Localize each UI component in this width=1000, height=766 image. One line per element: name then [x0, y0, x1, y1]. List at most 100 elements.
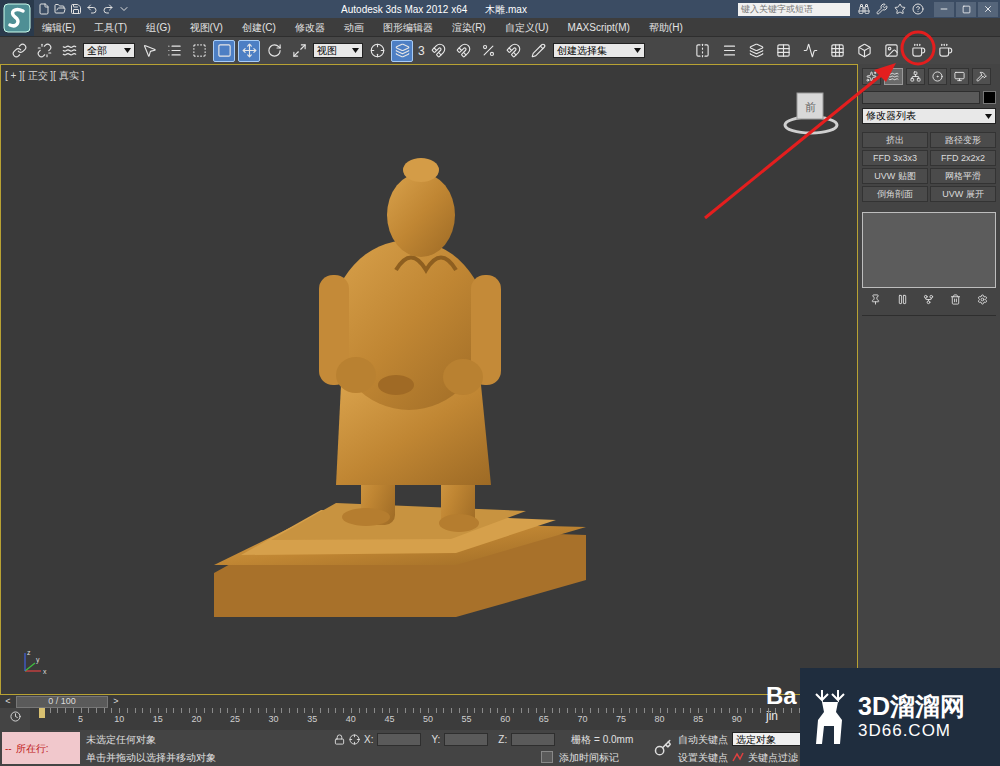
command-tab[interactable] [884, 68, 903, 85]
set-key-button[interactable]: 设置关键点 [678, 750, 728, 765]
quick-access-icon[interactable] [102, 3, 114, 15]
command-tab[interactable] [862, 68, 881, 85]
tool-button[interactable] [772, 40, 794, 62]
tool-button[interactable] [163, 40, 185, 62]
search-field[interactable]: 键入关键字或短语 [738, 3, 850, 16]
quick-access-icon[interactable] [86, 3, 98, 15]
stack-tool-icon[interactable] [977, 294, 988, 305]
transform-mode-icon[interactable] [349, 734, 360, 745]
menu-item[interactable]: 帮助(H) [649, 20, 683, 35]
command-tab[interactable] [906, 68, 925, 85]
viewport-label[interactable]: [ + ][ 正交 ][ 真实 ] [5, 68, 84, 83]
tool-button[interactable] [528, 40, 550, 62]
menu-item[interactable]: 创建(C) [242, 20, 276, 35]
modifier-button[interactable]: FFD 2x2x2 [930, 150, 996, 166]
time-next-button[interactable]: > [108, 697, 124, 706]
command-tab[interactable] [972, 68, 991, 85]
modifier-button[interactable]: UVW 展开 [930, 186, 996, 202]
viewcube[interactable]: 前 [781, 87, 841, 137]
tool-button[interactable] [880, 40, 902, 62]
modifier-list-dropdown[interactable]: 修改器列表 [862, 108, 996, 124]
close-button[interactable] [978, 2, 998, 17]
command-tab[interactable] [950, 68, 969, 85]
stack-tool-icon[interactable] [870, 294, 881, 305]
tool-button[interactable] [263, 40, 285, 62]
tool-button[interactable] [288, 40, 310, 62]
menu-item[interactable]: 视图(V) [190, 20, 223, 35]
menu-item[interactable]: 组(G) [146, 20, 170, 35]
tool-button[interactable] [33, 40, 55, 62]
tool-button[interactable] [853, 40, 875, 62]
modifier-button[interactable]: 倒角剖面 [862, 186, 928, 202]
time-slider-thumb[interactable]: 0 / 100 [16, 696, 108, 708]
key-filters-button[interactable]: 关键点过滤 [748, 750, 798, 765]
object-name-field[interactable] [862, 91, 980, 104]
quick-access-icon[interactable] [38, 3, 50, 15]
menu-item[interactable]: MAXScript(M) [568, 20, 630, 35]
named-selection-dropdown[interactable]: 创建选择集 [553, 43, 645, 58]
x-field[interactable] [377, 733, 421, 746]
stack-tool-icon[interactable] [923, 294, 934, 305]
tool-button[interactable] [188, 40, 210, 62]
quick-access-icon[interactable] [70, 3, 82, 15]
tool-button[interactable] [478, 40, 500, 62]
current-frame-marker[interactable] [39, 708, 45, 718]
selection-lock-icon[interactable] [334, 734, 345, 745]
maximize-button[interactable] [956, 2, 976, 17]
minimize-button[interactable] [934, 2, 954, 17]
menu-item[interactable]: 动画 [344, 20, 364, 35]
viewport[interactable]: [ + ][ 正交 ][ 真实 ]前xyz [0, 64, 858, 695]
info-center-icon[interactable] [894, 3, 906, 15]
tool-button[interactable] [907, 40, 929, 62]
menu-item[interactable]: 修改器 [295, 20, 325, 35]
tool-button[interactable] [934, 40, 956, 62]
add-time-tag[interactable]: 添加时间标记 [541, 750, 619, 765]
z-field[interactable] [511, 733, 555, 746]
selection-filter-dropdown[interactable]: 全部 [83, 43, 135, 58]
menu-item[interactable]: 图形编辑器 [383, 20, 433, 35]
menu-item[interactable]: 工具(T) [94, 20, 127, 35]
tool-button[interactable] [391, 40, 413, 62]
app-logo[interactable] [0, 0, 34, 36]
stack-tool-icon[interactable] [950, 294, 961, 305]
tool-button[interactable] [213, 40, 235, 62]
tool-button[interactable] [138, 40, 160, 62]
tool-button[interactable] [503, 40, 525, 62]
info-center-icon[interactable] [876, 3, 888, 15]
quick-access-icon[interactable] [118, 3, 130, 15]
info-center-icon[interactable] [912, 3, 924, 15]
tool-button[interactable] [366, 40, 388, 62]
y-field[interactable] [444, 733, 488, 746]
tool-button[interactable] [826, 40, 848, 62]
auto-key-button[interactable]: 自动关键点 [678, 732, 728, 747]
tool-button[interactable] [745, 40, 767, 62]
statue-model[interactable] [1, 65, 856, 695]
modifier-button[interactable]: UVW 贴图 [862, 168, 928, 184]
info-center-icon[interactable] [858, 3, 870, 15]
tool-button[interactable] [799, 40, 821, 62]
tool-button[interactable] [238, 40, 260, 62]
tool-button[interactable] [718, 40, 740, 62]
object-color-swatch[interactable] [983, 91, 996, 104]
tool-button[interactable] [58, 40, 80, 62]
time-prev-button[interactable]: < [0, 697, 16, 706]
key-mode-dropdown[interactable]: 选定对象 [732, 732, 804, 746]
tool-button[interactable] [428, 40, 450, 62]
command-tab[interactable] [928, 68, 947, 85]
reference-coordinate-dropdown[interactable]: 视图 [313, 43, 363, 58]
modifier-button[interactable]: FFD 3x3x3 [862, 150, 928, 166]
quick-access-icon[interactable] [54, 3, 66, 15]
menu-item[interactable]: 自定义(U) [505, 20, 549, 35]
set-key-icon[interactable] [654, 739, 672, 757]
maxscript-listener[interactable]: --所在行: [2, 732, 80, 764]
tool-button[interactable] [453, 40, 475, 62]
modifier-button[interactable]: 网格平滑 [930, 168, 996, 184]
modifier-button[interactable]: 挤出 [862, 132, 928, 148]
modifier-button[interactable]: 路径变形 [930, 132, 996, 148]
modifier-stack[interactable] [862, 212, 996, 288]
menu-item[interactable]: 编辑(E) [42, 20, 75, 35]
track-view-icon[interactable] [10, 711, 21, 722]
stack-tool-icon[interactable] [897, 294, 908, 305]
tool-button[interactable] [8, 40, 30, 62]
tool-button[interactable] [691, 40, 713, 62]
